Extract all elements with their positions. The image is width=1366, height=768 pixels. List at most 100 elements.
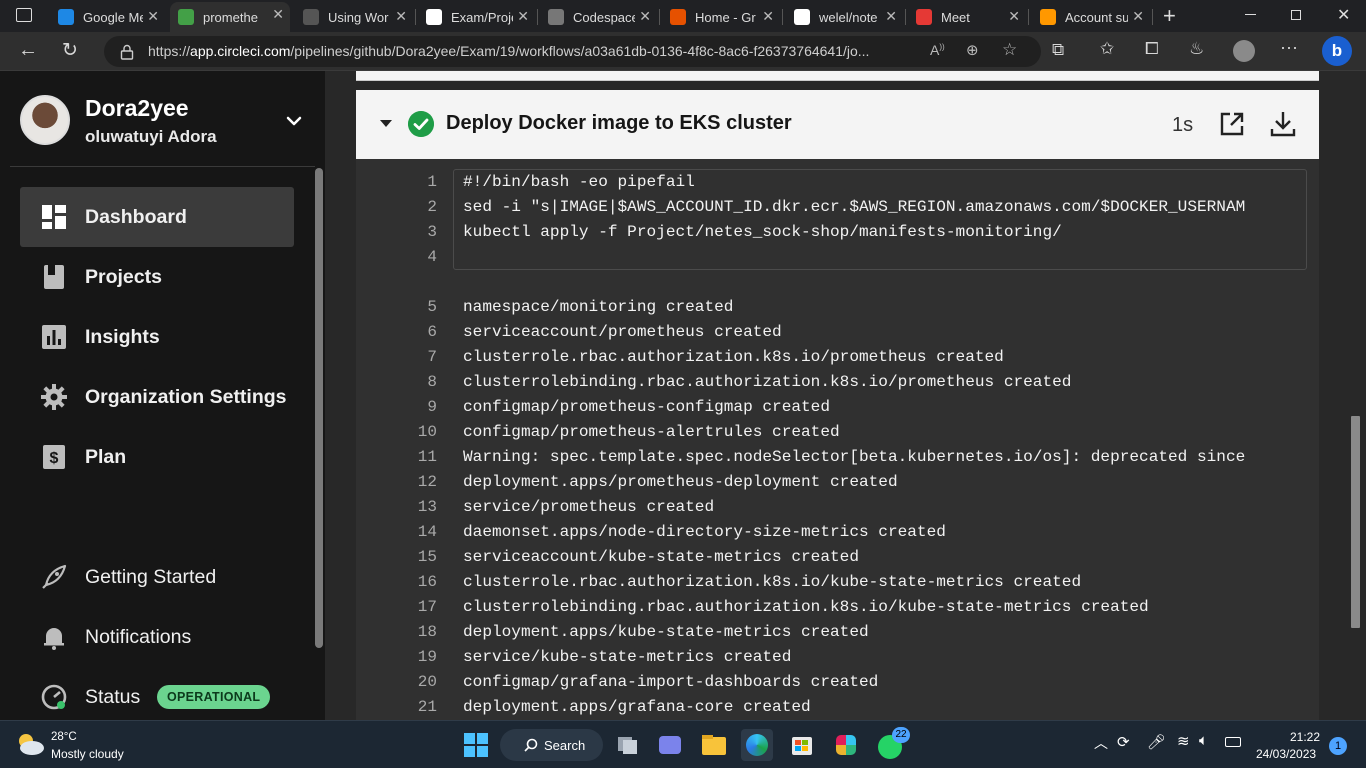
sidebar-item-organization-settings[interactable]: Organization Settings <box>20 367 294 427</box>
previous-step-card[interactable] <box>356 71 1319 81</box>
file-explorer-icon[interactable] <box>698 729 730 761</box>
tab-close-icon[interactable]: ✕ <box>272 6 284 23</box>
collections-icon[interactable]: ⧠ <box>1145 39 1159 59</box>
zoom-icon[interactable]: ⊕ <box>966 41 979 59</box>
weather-temperature[interactable]: 28°C <box>51 731 77 743</box>
browser-tab[interactable]: promethe ✕ <box>170 2 290 32</box>
open-external-icon[interactable] <box>1219 111 1245 137</box>
browser-tab[interactable]: Account su ✕ <box>1032 4 1150 30</box>
line-number: 10 <box>417 423 437 441</box>
step-duration: 1s <box>1172 114 1194 136</box>
teams-icon[interactable] <box>654 729 686 761</box>
output-line: clusterrolebinding.rbac.authorization.k8… <box>463 598 1149 616</box>
edge-icon[interactable] <box>741 729 773 761</box>
notification-badge[interactable]: 1 <box>1329 737 1347 755</box>
tab-separator <box>415 9 416 25</box>
line-number: 16 <box>417 573 437 591</box>
tab-close-icon[interactable]: ✕ <box>147 8 159 25</box>
line-number: 14 <box>417 523 437 541</box>
tab-close-icon[interactable]: ✕ <box>1008 8 1020 25</box>
chevron-up-icon[interactable]: ︿ <box>1094 733 1108 753</box>
console-output[interactable]: 1 #!/bin/bash -eo pipefail 2 sed -i "s|IMAG… <box>356 159 1319 720</box>
sidebar-item-projects[interactable]: Projects <box>20 247 294 307</box>
refresh-icon[interactable]: ↻ <box>62 39 78 62</box>
insights-icon <box>42 325 66 349</box>
line-number: 7 <box>427 348 437 366</box>
main-scrollbar[interactable] <box>1351 416 1360 628</box>
sidebar-item-label: Plan <box>85 445 127 468</box>
browser-tab[interactable]: Home - Gr ✕ <box>662 4 780 30</box>
clock-date[interactable]: 24/03/2023 <box>1256 747 1316 761</box>
task-view-icon[interactable] <box>612 729 644 761</box>
avatar[interactable] <box>20 95 70 145</box>
address-bar[interactable]: https://app.circleci.com/pipelines/githu… <box>104 36 1041 67</box>
microsoft-store-icon[interactable] <box>786 729 818 761</box>
org-name[interactable]: Dora2yee <box>85 95 189 122</box>
caret-down-icon[interactable] <box>380 120 392 127</box>
tab-title: Using Wor <box>328 9 389 25</box>
sync-icon[interactable]: ⟳ <box>1117 733 1130 751</box>
minimize-button[interactable] <box>1245 14 1256 15</box>
download-icon[interactable] <box>1269 110 1297 138</box>
wifi-icon[interactable]: ≋ <box>1177 732 1190 750</box>
browser-tab[interactable]: Exam/Proje ✕ <box>418 4 535 30</box>
sidebar-scrollbar[interactable] <box>315 168 323 648</box>
close-window-button[interactable]: ✕ <box>1337 5 1350 25</box>
search-label: Search <box>544 738 586 753</box>
line-number: 4 <box>427 248 437 266</box>
line-number: 3 <box>427 223 437 241</box>
slack-icon[interactable] <box>830 729 862 761</box>
sidebar-item-getting-started[interactable]: Getting Started <box>20 547 294 607</box>
browser-tab[interactable]: Using Wor ✕ <box>295 4 413 30</box>
chevron-down-icon[interactable] <box>284 111 304 131</box>
weather-description[interactable]: Mostly cloudy <box>51 747 124 761</box>
bing-copilot-icon[interactable]: b <box>1322 36 1352 66</box>
back-icon[interactable]: ← <box>18 39 38 62</box>
tab-close-icon[interactable]: ✕ <box>762 8 774 25</box>
step-header[interactable]: Deploy Docker image to EKS cluster 1s <box>356 90 1319 159</box>
restore-button[interactable] <box>1291 10 1301 20</box>
favorites-icon[interactable]: ✩ <box>1100 39 1114 59</box>
new-tab-button[interactable]: + <box>1163 3 1176 29</box>
clock-time[interactable]: 21:22 <box>1290 730 1320 744</box>
browser-tab[interactable]: welel/note ✕ <box>786 4 903 30</box>
tab-favicon-icon <box>178 9 194 25</box>
tab-separator <box>905 9 906 25</box>
sidebar-item-label: Notifications <box>85 625 192 648</box>
favorite-add-icon[interactable]: ☆ <box>1002 40 1017 60</box>
more-menu-icon[interactable]: ··· <box>1280 37 1298 58</box>
performance-icon[interactable]: ♨ <box>1189 39 1204 59</box>
tab-title: promethe <box>203 9 258 25</box>
tab-actions-icon[interactable] <box>16 8 32 22</box>
sidebar-item-plan[interactable]: $ Plan <box>20 427 294 487</box>
tab-title: welel/note <box>819 9 878 25</box>
browser-tab[interactable]: Meet ✕ <box>908 4 1026 30</box>
tab-favicon-icon <box>794 9 810 25</box>
sidebar-item-insights[interactable]: Insights <box>20 307 294 367</box>
windows-start-icon[interactable] <box>464 733 488 757</box>
weather-cloud-icon[interactable] <box>14 731 46 757</box>
sidebar-item-notifications[interactable]: Notifications <box>20 607 294 667</box>
sidebar-item-dashboard[interactable]: Dashboard <box>20 187 294 247</box>
sidebar-item-label: Getting Started <box>85 565 217 588</box>
taskbar-search[interactable]: Search <box>500 729 603 761</box>
dashboard-icon <box>42 205 66 229</box>
battery-icon[interactable] <box>1225 737 1241 747</box>
read-aloud-icon[interactable]: A)) <box>930 42 945 58</box>
tab-close-icon[interactable]: ✕ <box>395 8 407 25</box>
microphone-icon[interactable]: 🎤︎ <box>1147 733 1166 751</box>
step-title: Deploy Docker image to EKS cluster <box>446 112 792 134</box>
tab-close-icon[interactable]: ✕ <box>1132 8 1144 25</box>
tab-title: Home - Gr <box>695 9 756 25</box>
profile-avatar[interactable] <box>1233 40 1255 62</box>
output-line: service/prometheus created <box>463 498 715 516</box>
output-line: serviceaccount/prometheus created <box>463 323 782 341</box>
volume-icon[interactable]: 🔈︎ <box>1199 732 1208 749</box>
tab-close-icon[interactable]: ✕ <box>639 8 651 25</box>
tab-close-icon[interactable]: ✕ <box>517 8 529 25</box>
tab-close-icon[interactable]: ✕ <box>885 8 897 25</box>
browser-tab[interactable]: Codespace ✕ <box>540 4 657 30</box>
extensions-icon[interactable]: ⧉ <box>1052 40 1064 60</box>
line-number: 5 <box>427 298 437 316</box>
browser-tab[interactable]: Google Me ✕ <box>50 4 165 30</box>
